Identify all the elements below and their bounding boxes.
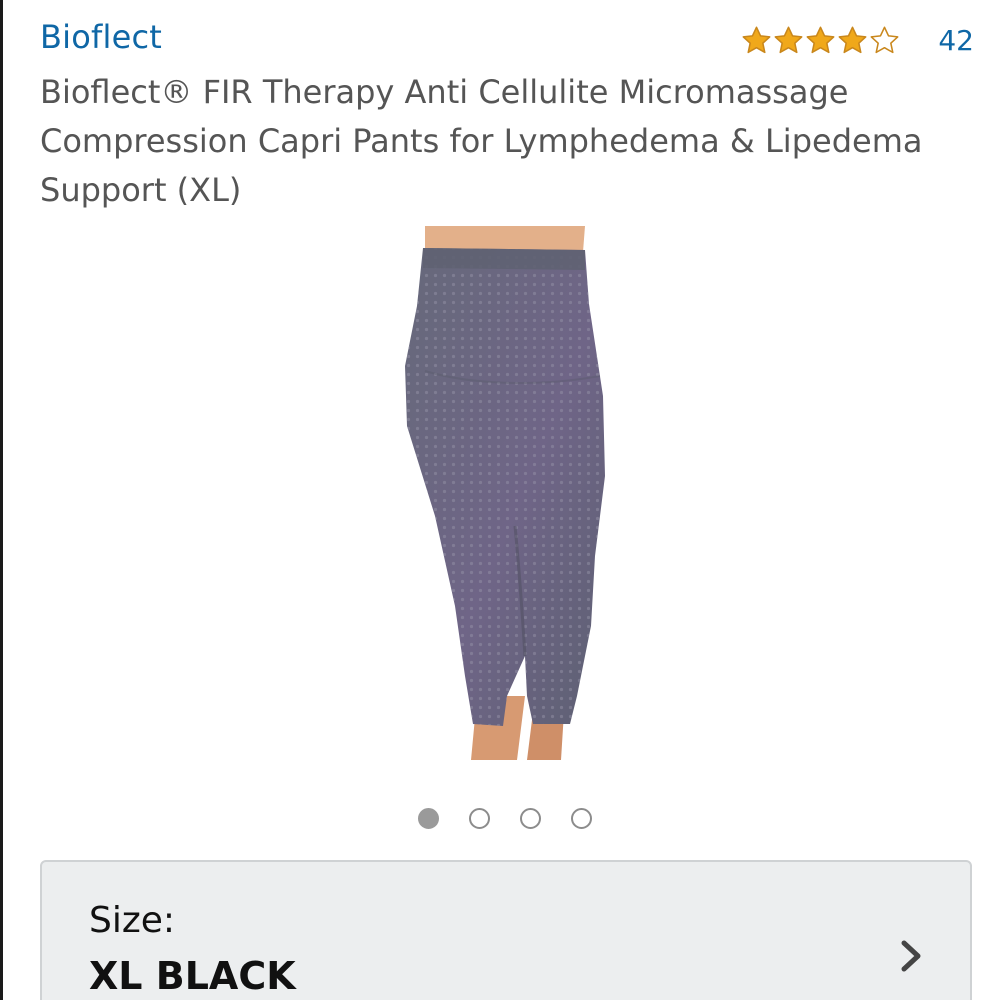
product-page: Bioflect 42 Bioflect® FIR Therapy Anti C…	[0, 0, 1000, 1000]
review-count[interactable]: 42	[938, 24, 974, 57]
rating-summary[interactable]: 42	[741, 20, 974, 60]
pagination-dot[interactable]	[520, 808, 541, 829]
star-full-icon	[742, 26, 771, 53]
brand-link[interactable]: Bioflect	[40, 18, 162, 56]
product-title: Bioflect® FIR Therapy Anti Cellulite Mic…	[40, 73, 923, 209]
pagination-dot-active[interactable]	[418, 808, 439, 829]
star-full-icon	[806, 26, 835, 53]
left-edge-border	[0, 0, 3, 1000]
size-label: Size:	[89, 900, 176, 941]
image-pagination	[418, 808, 622, 829]
pagination-dot[interactable]	[469, 808, 490, 829]
product-image[interactable]	[395, 226, 610, 762]
star-rating	[741, 25, 901, 56]
star-full-icon	[774, 26, 803, 53]
size-value: XL BLACK	[89, 954, 296, 998]
size-selector[interactable]: Size: XL BLACK	[40, 860, 972, 1000]
star-full-icon	[838, 26, 867, 53]
chevron-right-icon	[901, 940, 921, 972]
pagination-dot[interactable]	[571, 808, 592, 829]
star-empty-icon	[870, 26, 899, 53]
